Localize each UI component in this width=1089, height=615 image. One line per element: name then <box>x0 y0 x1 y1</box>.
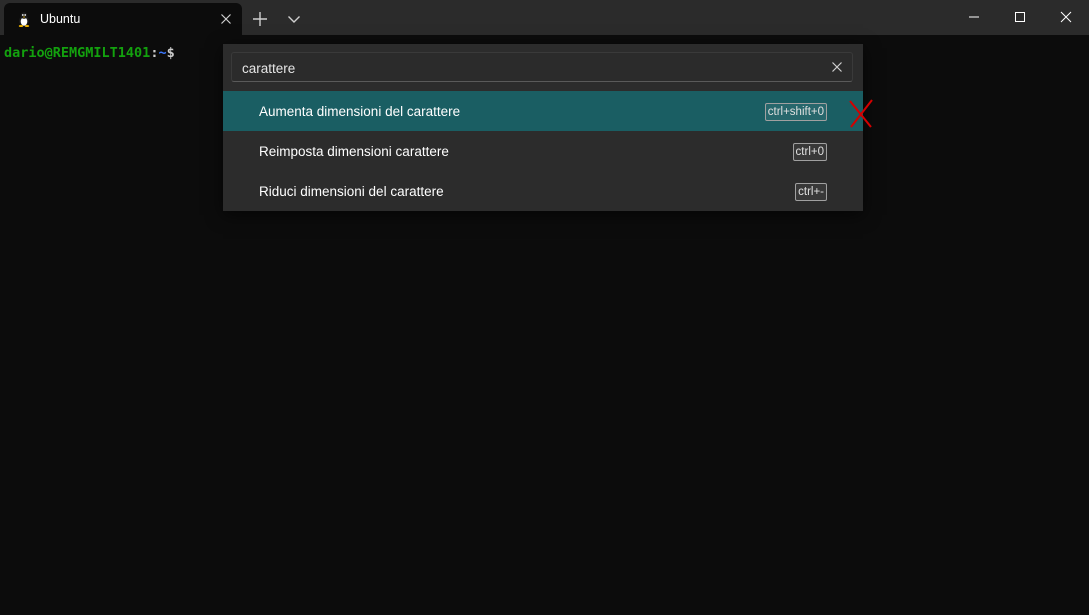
command-palette: Aumenta dimensioni del carattere ctrl+sh… <box>223 44 863 211</box>
palette-search-box <box>231 52 853 82</box>
linux-tux-icon <box>16 11 32 27</box>
minimize-button[interactable] <box>951 0 997 35</box>
command-keybinding: ctrl+0 <box>792 143 827 161</box>
shell-prompt: dario@REMGMILT1401:~$ <box>4 45 175 61</box>
command-item-riduci[interactable]: Riduci dimensioni del carattere ctrl+- <box>223 171 863 211</box>
command-item-reimposta[interactable]: Reimposta dimensioni carattere ctrl+0 <box>223 131 863 171</box>
prompt-user-host: dario@REMGMILT1401 <box>4 45 151 61</box>
palette-search-input[interactable] <box>242 59 812 77</box>
tab-dropdown-button[interactable] <box>282 7 306 31</box>
tab-close-icon[interactable] <box>218 11 234 27</box>
command-item-aumenta[interactable]: Aumenta dimensioni del carattere ctrl+sh… <box>223 91 863 131</box>
red-x-annotation-icon <box>848 99 874 129</box>
close-window-button[interactable] <box>1043 0 1089 35</box>
command-keybinding: ctrl+- <box>795 183 827 201</box>
chevron-down-icon <box>282 16 306 35</box>
terminal-window: Ubuntu dario@REMGMILT1401:~$ carattere A… <box>0 0 1089 615</box>
tab-title: Ubuntu <box>40 12 81 26</box>
new-tab-button[interactable] <box>248 7 272 31</box>
tab-ubuntu[interactable]: Ubuntu <box>4 3 242 35</box>
command-label: Riduci dimensioni del carattere <box>259 184 444 199</box>
plus-icon <box>248 12 272 35</box>
command-label: Reimposta dimensioni carattere <box>259 144 449 159</box>
command-label: Aumenta dimensioni del carattere <box>259 104 461 119</box>
command-keybinding: ctrl+shift+0 <box>764 103 827 121</box>
title-bar: Ubuntu <box>0 0 1089 35</box>
command-list: Aumenta dimensioni del carattere ctrl+sh… <box>223 91 863 211</box>
clear-search-icon[interactable] <box>830 60 844 74</box>
prompt-symbol: $ <box>166 45 175 61</box>
maximize-button[interactable] <box>997 0 1043 35</box>
prompt-path: ~ <box>158 45 167 61</box>
